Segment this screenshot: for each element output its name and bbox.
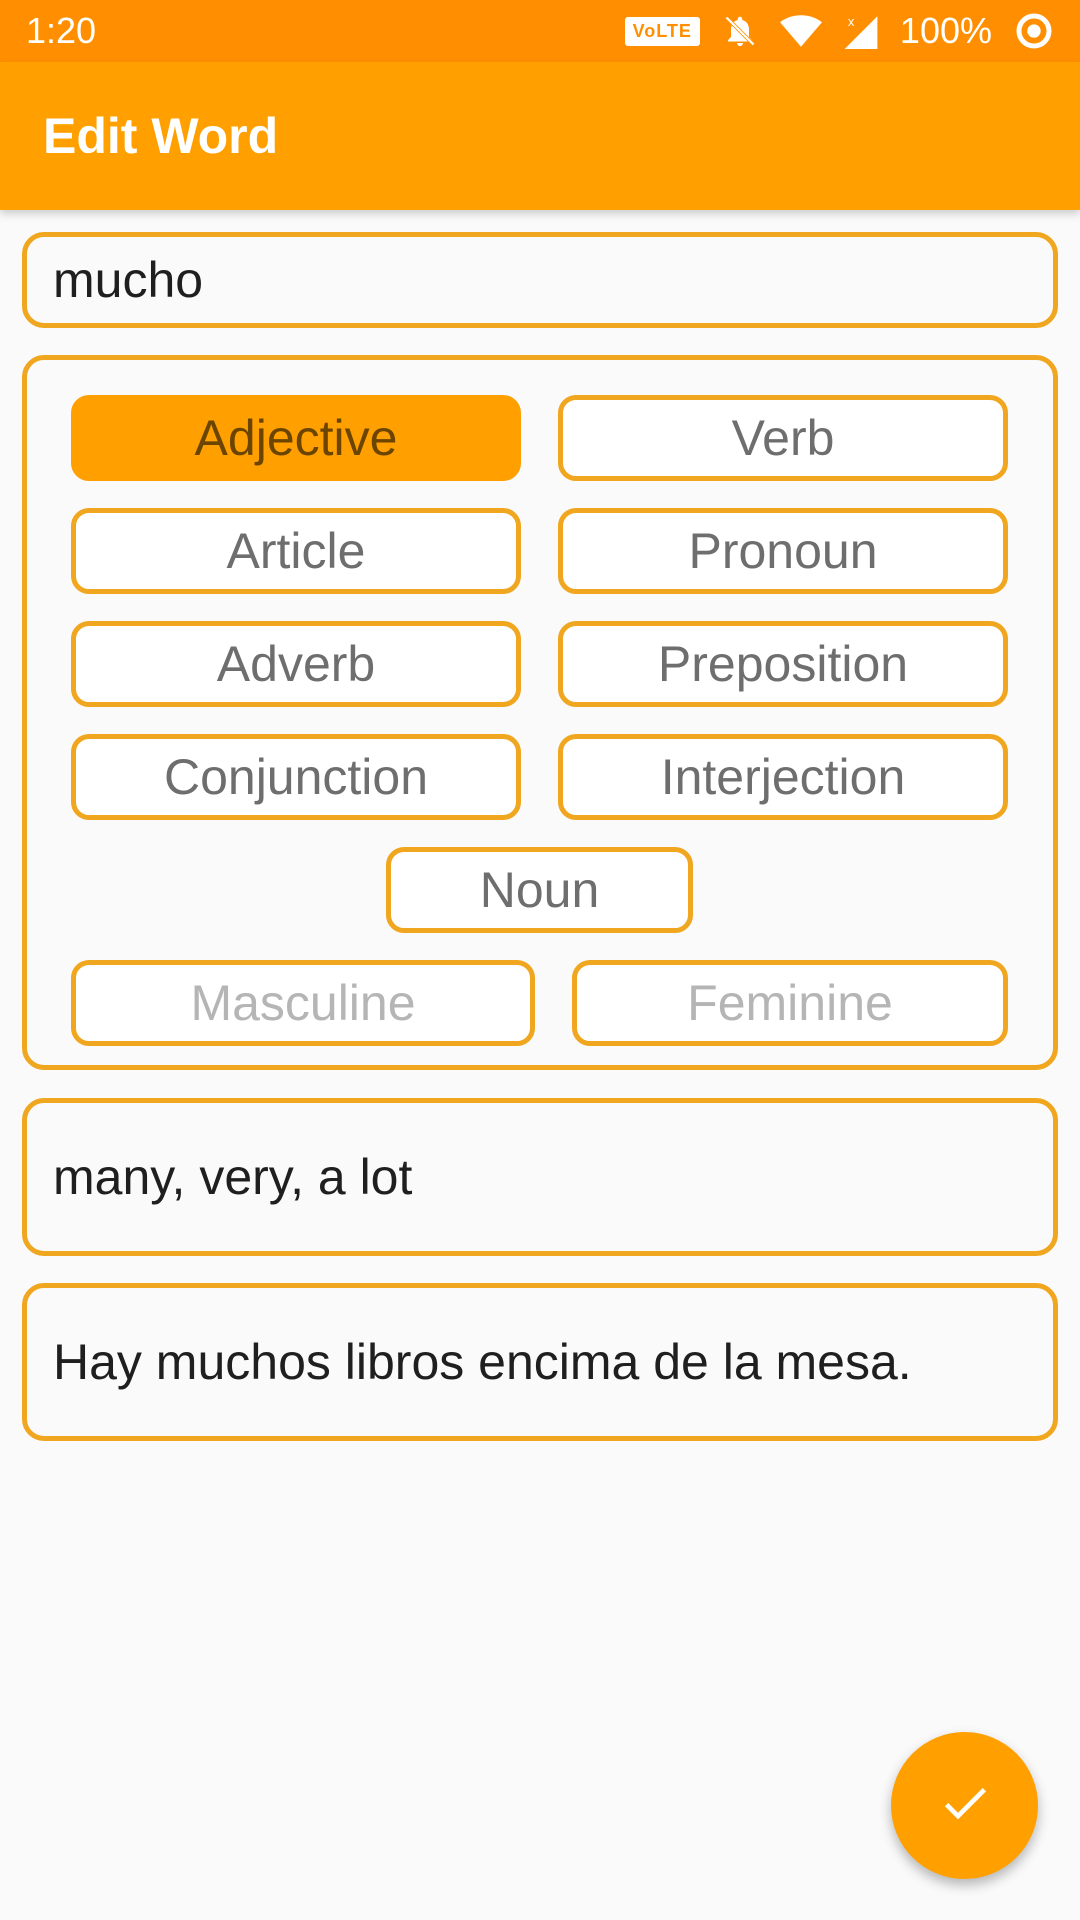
page-title: Edit Word <box>43 108 279 164</box>
status-icons: VoLTE x 100% <box>624 10 1054 52</box>
preposition-chip[interactable]: Preposition <box>558 621 1008 707</box>
feminine-chip[interactable]: Feminine <box>572 960 1008 1046</box>
volte-icon: VoLTE <box>624 16 700 46</box>
battery-text: 100% <box>899 10 992 51</box>
save-button[interactable] <box>891 1732 1038 1879</box>
wifi-icon <box>779 13 822 49</box>
interjection-chip[interactable]: Interjection <box>558 734 1008 820</box>
pronoun-chip[interactable]: Pronoun <box>558 508 1008 594</box>
meaning-input[interactable]: many, very, a lot <box>22 1098 1058 1256</box>
adjective-chip[interactable]: Adjective <box>71 395 521 481</box>
word-input[interactable]: mucho <box>22 232 1058 328</box>
example-input[interactable]: Hay muchos libros encima de la mesa. <box>22 1283 1058 1441</box>
notifications-off-icon <box>722 13 758 49</box>
adverb-chip[interactable]: Adverb <box>71 621 521 707</box>
noun-chip[interactable]: Noun <box>386 847 693 933</box>
article-chip[interactable]: Article <box>71 508 521 594</box>
signal-icon: x <box>844 13 878 49</box>
app-bar: Edit Word <box>0 62 1080 210</box>
check-icon <box>937 1775 993 1836</box>
masculine-chip[interactable]: Masculine <box>71 960 535 1046</box>
status-time: 1:20 <box>26 10 97 51</box>
part-of-speech-group: Adjective Verb Article Pronoun Adverb Pr… <box>22 355 1058 1070</box>
status-bar: 1:20 VoLTE x 100% <box>0 0 1080 62</box>
verb-chip[interactable]: Verb <box>558 395 1008 481</box>
data-saver-icon <box>1014 11 1054 51</box>
conjunction-chip[interactable]: Conjunction <box>71 734 521 820</box>
svg-text:x: x <box>848 14 855 29</box>
